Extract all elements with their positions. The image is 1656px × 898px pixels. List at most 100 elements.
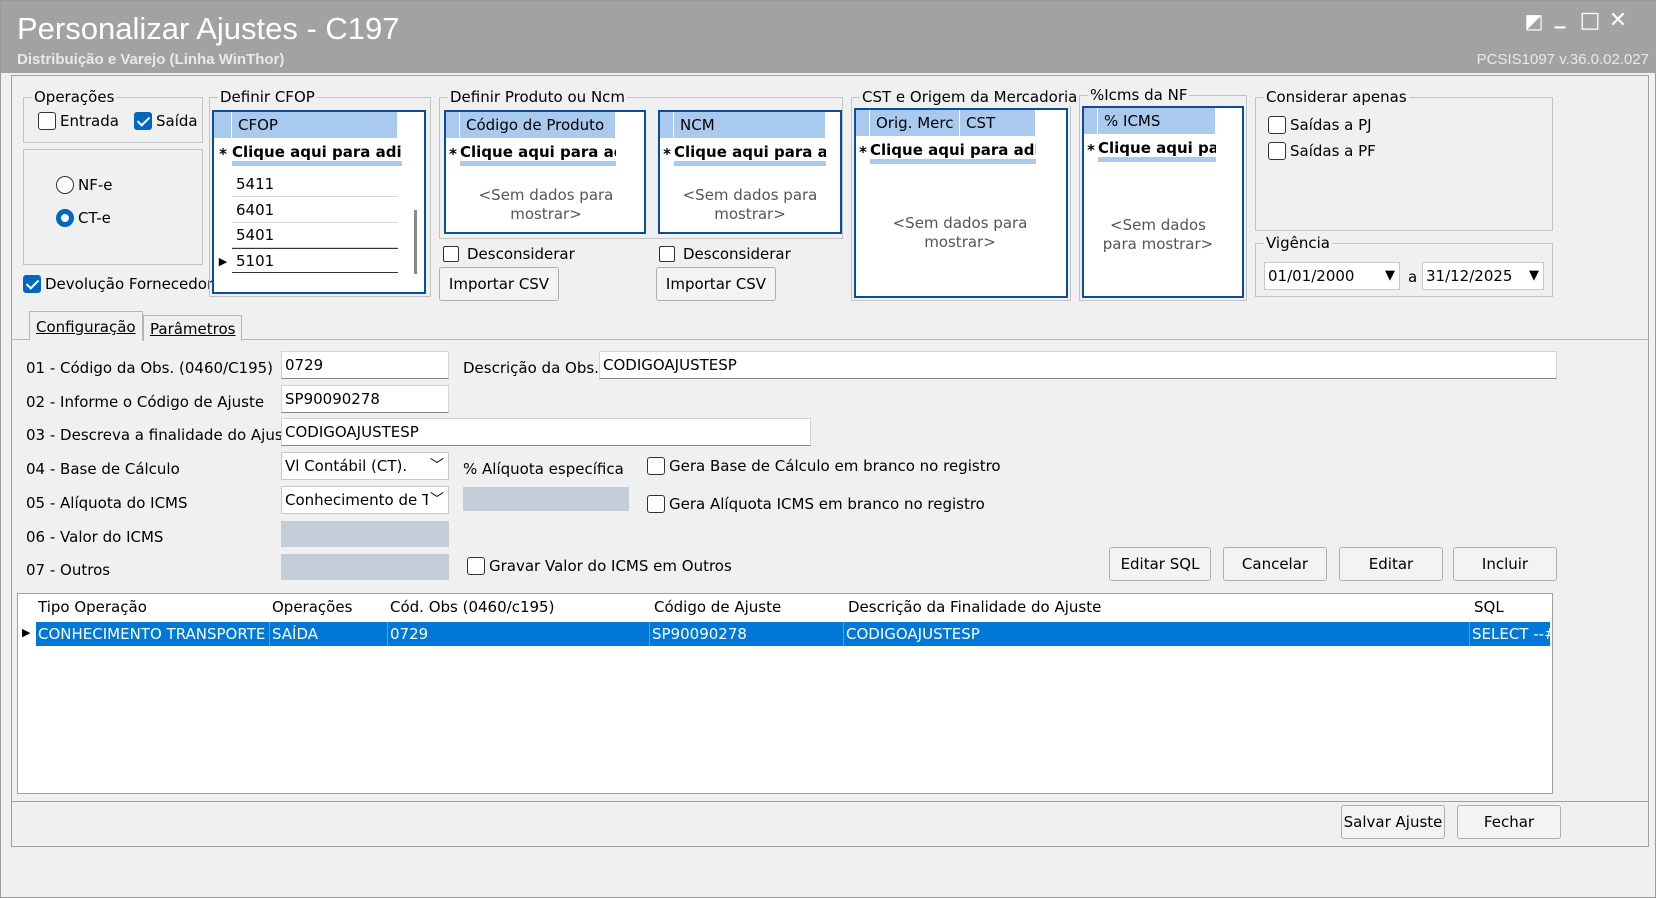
- restore-icon[interactable]: ◩: [1521, 9, 1547, 33]
- chevron-down-icon[interactable]: ﹀: [428, 487, 444, 513]
- icms-nf-grid[interactable]: % ICMS * Clique aqui pai <Sem dados para…: [1082, 106, 1244, 298]
- maximize-icon[interactable]: □: [1577, 9, 1603, 33]
- cfop-add-row[interactable]: Clique aqui para adici: [232, 138, 402, 166]
- cell-descricao: CODIGOAJUSTESP: [844, 622, 1470, 646]
- salvar-ajuste-button[interactable]: Salvar Ajuste: [1341, 805, 1445, 839]
- base-calculo-select[interactable]: Vl Contábil (CT). ﹀: [281, 452, 449, 480]
- chevron-down-icon[interactable]: ▼: [1529, 263, 1539, 289]
- saidas-pf-box[interactable]: [1268, 142, 1286, 160]
- entrada-checkbox[interactable]: Entrada: [38, 112, 119, 130]
- vigencia-separator: a: [1408, 268, 1418, 286]
- saida-box[interactable]: [134, 112, 152, 130]
- field-03-label: 03 - Descreva a finalidade do Ajuste: [26, 426, 298, 444]
- gravar-outros-label: Gravar Valor do ICMS em Outros: [489, 557, 732, 575]
- ncm-header[interactable]: NCM: [674, 112, 826, 138]
- codigo-ajuste-input[interactable]: SP90090278: [281, 385, 449, 413]
- vigencia-to-picker[interactable]: 31/12/2025 ▼: [1422, 262, 1544, 290]
- tab-configuracao[interactable]: Configuração: [29, 311, 143, 341]
- importar-csv-produto-button[interactable]: Importar CSV: [439, 267, 559, 301]
- desconsiderar-produto-checkbox[interactable]: Desconsiderar: [443, 245, 575, 263]
- entrada-box[interactable]: [38, 112, 56, 130]
- codigo-header-indicator: [446, 112, 460, 138]
- chevron-down-icon[interactable]: ▼: [1385, 263, 1395, 289]
- col-cod-obs[interactable]: Cód. Obs (0460/c195): [386, 594, 554, 620]
- desconsiderar-ncm-box[interactable]: [659, 246, 675, 262]
- codigo-produto-header[interactable]: Código de Produto: [460, 112, 616, 138]
- nfe-radio-dot[interactable]: [56, 176, 74, 194]
- gera-base-box[interactable]: [647, 457, 665, 475]
- cfop-grid[interactable]: CFOP * Clique aqui para adici 5411 6401 …: [212, 110, 426, 294]
- current-row-icon: ▶: [22, 626, 31, 639]
- fechar-button[interactable]: Fechar: [1457, 805, 1561, 839]
- entrada-label: Entrada: [60, 112, 119, 130]
- icms-nf-group: %Icms da NF % ICMS * Clique aqui pai <Se…: [1079, 86, 1247, 301]
- incluir-button[interactable]: Incluir: [1453, 547, 1557, 581]
- table-row[interactable]: CONHECIMENTO TRANSPORTE SAÍDA 0729 SP900…: [36, 622, 1550, 646]
- editar-button[interactable]: Editar: [1339, 547, 1443, 581]
- codigo-obs-input[interactable]: 0729: [281, 351, 449, 379]
- cst-add-row[interactable]: Clique aqui para adic: [870, 136, 1036, 164]
- col-descricao[interactable]: Descrição da Finalidade do Ajuste: [844, 594, 1101, 620]
- finalidade-ajuste-input[interactable]: CODIGOAJUSTESP: [281, 418, 811, 446]
- gravar-outros-checkbox[interactable]: Gravar Valor do ICMS em Outros: [467, 557, 732, 575]
- cfop-row[interactable]: 5401: [232, 223, 398, 248]
- ajustes-table[interactable]: Tipo Operação Operações Cód. Obs (0460/c…: [17, 593, 1553, 794]
- vigencia-group: Vigência 01/01/2000 ▼ a 31/12/2025 ▼: [1255, 234, 1553, 297]
- importar-csv-ncm-button[interactable]: Importar CSV: [656, 267, 776, 301]
- icms-add-row[interactable]: Clique aqui pai: [1098, 134, 1216, 162]
- minimize-icon[interactable]: _: [1547, 5, 1573, 29]
- gera-aliquota-checkbox[interactable]: Gera Alíquota ICMS em branco no registro: [647, 495, 985, 513]
- vigencia-legend: Vigência: [1264, 234, 1332, 252]
- saida-checkbox[interactable]: Saída: [134, 112, 198, 130]
- editar-sql-button[interactable]: Editar SQL: [1109, 547, 1211, 581]
- codigo-add-row[interactable]: Clique aqui para adi: [460, 138, 616, 166]
- descricao-obs-input[interactable]: CODIGOAJUSTESP: [599, 351, 1557, 379]
- descricao-obs-label: Descrição da Obs.: [463, 359, 599, 377]
- cte-radio-dot[interactable]: [56, 209, 74, 227]
- doc-type-group: NF-e CT-e: [23, 149, 203, 265]
- gravar-outros-box[interactable]: [467, 557, 485, 575]
- aliquota-icms-select[interactable]: Conhecimento de Tr ﹀: [281, 486, 449, 514]
- cfop-row[interactable]: 5101: [232, 248, 398, 273]
- cfop-header[interactable]: CFOP: [232, 112, 398, 138]
- considerar-legend: Considerar apenas: [1264, 88, 1409, 106]
- desconsiderar-produto-box[interactable]: [443, 246, 459, 262]
- close-icon[interactable]: ✕: [1605, 9, 1631, 33]
- chevron-down-icon[interactable]: ﹀: [430, 453, 444, 479]
- cte-radio[interactable]: CT-e: [56, 209, 111, 227]
- orig-merc-header[interactable]: Orig. Merc: [870, 110, 960, 136]
- title-bar[interactable]: Personalizar Ajustes - C197 Distribuição…: [1, 1, 1656, 73]
- saidas-pj-box[interactable]: [1268, 116, 1286, 134]
- col-operacoes[interactable]: Operações: [268, 594, 352, 620]
- cfop-group: Definir CFOP CFOP * Clique aqui para adi…: [209, 88, 431, 297]
- cancelar-button[interactable]: Cancelar: [1223, 547, 1327, 581]
- col-sql[interactable]: SQL: [1470, 594, 1504, 620]
- ncm-add-row[interactable]: Clique aqui para a: [674, 138, 826, 166]
- devolucao-box[interactable]: [23, 275, 41, 293]
- cfop-row[interactable]: 5411: [232, 172, 398, 197]
- gera-aliquota-label: Gera Alíquota ICMS em branco no registro: [669, 495, 985, 513]
- saidas-pf-checkbox[interactable]: Saídas a PF: [1268, 142, 1376, 160]
- codigo-produto-grid[interactable]: Código de Produto * Clique aqui para adi…: [444, 110, 646, 234]
- saida-label: Saída: [156, 112, 198, 130]
- icms-header[interactable]: % ICMS: [1098, 108, 1216, 134]
- saidas-pj-checkbox[interactable]: Saídas a PJ: [1268, 116, 1372, 134]
- gera-aliquota-box[interactable]: [647, 495, 665, 513]
- field-06-label: 06 - Valor do ICMS: [26, 528, 164, 546]
- cfop-scrollbar[interactable]: [414, 210, 417, 274]
- cst-grid[interactable]: Orig. Merc CST * Clique aqui para adic <…: [854, 108, 1068, 298]
- col-codigo-ajuste[interactable]: Código de Ajuste: [650, 594, 781, 620]
- new-row-icon: *: [1087, 141, 1095, 159]
- vigencia-from-picker[interactable]: 01/01/2000 ▼: [1264, 262, 1400, 290]
- desconsiderar-ncm-checkbox[interactable]: Desconsiderar: [659, 245, 791, 263]
- cell-cod-obs: 0729: [388, 622, 650, 646]
- nfe-radio[interactable]: NF-e: [56, 176, 113, 194]
- cfop-row[interactable]: 6401: [232, 198, 398, 223]
- gera-base-checkbox[interactable]: Gera Base de Cálculo em branco no regist…: [647, 457, 1001, 475]
- devolucao-fornecedor-checkbox[interactable]: Devolução Fornecedor: [23, 275, 213, 293]
- ncm-grid[interactable]: NCM * Clique aqui para a <Sem dados para…: [658, 110, 842, 234]
- col-tipo-operacao[interactable]: Tipo Operação: [34, 594, 147, 620]
- cst-header[interactable]: CST: [960, 110, 1036, 136]
- tab-parametros[interactable]: Parâmetros: [143, 315, 243, 341]
- produto-ncm-group: Definir Produto ou Ncm Código de Produto…: [439, 88, 843, 239]
